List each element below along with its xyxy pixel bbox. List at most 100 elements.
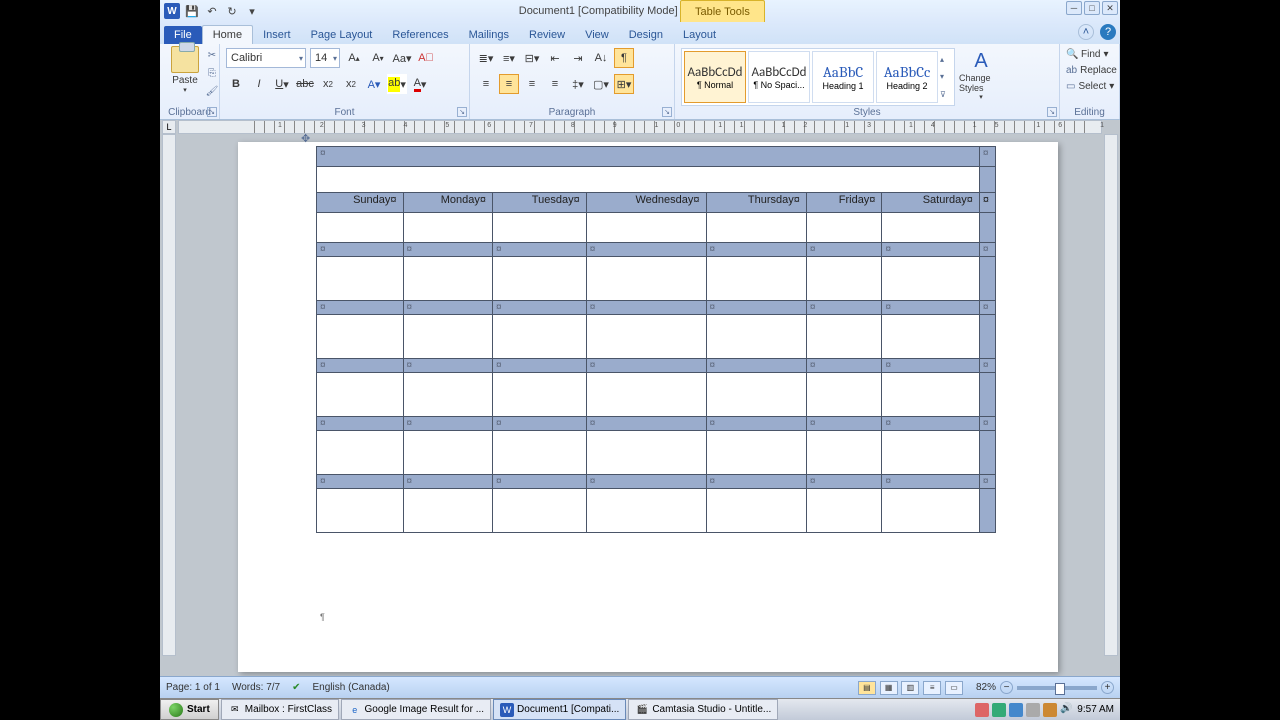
close-button[interactable]: ✕: [1102, 1, 1118, 15]
align-right-icon[interactable]: ≡: [522, 74, 542, 94]
paste-button[interactable]: Paste ▾: [166, 46, 204, 94]
zoom-in-icon[interactable]: +: [1101, 681, 1114, 694]
day-tuesday[interactable]: Tuesday¤: [492, 193, 586, 213]
sort-icon[interactable]: A↓: [591, 48, 611, 68]
font-size-combo[interactable]: 14: [310, 48, 340, 68]
line-spacing-icon[interactable]: ‡▾: [568, 74, 588, 94]
bullets-icon[interactable]: ≣▾: [476, 48, 496, 68]
tab-page-layout[interactable]: Page Layout: [301, 26, 383, 44]
format-painter-icon[interactable]: 🖌: [204, 84, 220, 98]
tab-layout[interactable]: Layout: [673, 26, 726, 44]
shading-icon[interactable]: ▢▾: [591, 74, 611, 94]
gallery-down-icon[interactable]: ▾: [940, 72, 952, 81]
minimize-ribbon-icon[interactable]: ˄: [1078, 24, 1094, 40]
tray-clock[interactable]: 9:57 AM: [1077, 704, 1114, 715]
tab-references[interactable]: References: [382, 26, 458, 44]
day-wednesday[interactable]: Wednesday¤: [586, 193, 706, 213]
day-monday[interactable]: Monday¤: [403, 193, 492, 213]
cut-icon[interactable]: ✂: [204, 48, 220, 62]
clipboard-launcher[interactable]: ↘: [207, 107, 217, 117]
font-color-icon[interactable]: A▾: [410, 74, 430, 94]
font-launcher[interactable]: ↘: [457, 107, 467, 117]
status-words[interactable]: Words: 7/7: [232, 682, 280, 693]
tab-home[interactable]: Home: [202, 25, 253, 44]
shrink-font-icon[interactable]: A▾: [368, 48, 388, 68]
text-effects-icon[interactable]: A▾: [364, 74, 384, 94]
zoom-slider[interactable]: [1017, 686, 1097, 690]
select-button[interactable]: ▭Select ▾: [1066, 78, 1113, 94]
minimize-button[interactable]: ─: [1066, 1, 1082, 15]
day-saturday[interactable]: Saturday¤: [882, 193, 979, 213]
save-icon[interactable]: 💾: [184, 3, 200, 19]
increase-indent-icon[interactable]: ⇥: [568, 48, 588, 68]
multilevel-icon[interactable]: ⊟▾: [522, 48, 542, 68]
web-layout-view-icon[interactable]: ▥: [901, 681, 919, 695]
vertical-ruler[interactable]: [162, 134, 176, 656]
zoom-out-icon[interactable]: −: [1000, 681, 1013, 694]
gallery-up-icon[interactable]: ▴: [940, 55, 952, 64]
style-gallery[interactable]: AaBbCcDd ¶ Normal AaBbCcDd ¶ No Spaci...…: [681, 48, 955, 106]
replace-button[interactable]: abReplace: [1066, 62, 1113, 78]
status-page[interactable]: Page: 1 of 1: [166, 682, 220, 693]
tray-icon[interactable]: [1009, 703, 1023, 717]
style-no-spacing[interactable]: AaBbCcDd ¶ No Spaci...: [748, 51, 810, 103]
style-heading1[interactable]: AaBbC Heading 1: [812, 51, 874, 103]
day-thursday[interactable]: Thursday¤: [706, 193, 806, 213]
vertical-scrollbar[interactable]: [1104, 134, 1118, 656]
change-styles-button[interactable]: A Change Styles ▾: [959, 48, 1003, 101]
find-button[interactable]: 🔍Find ▾: [1066, 46, 1113, 62]
ruler-toggle[interactable]: L: [162, 120, 176, 134]
style-heading2[interactable]: AaBbCc Heading 2: [876, 51, 938, 103]
tab-mailings[interactable]: Mailings: [459, 26, 519, 44]
clear-formatting-icon[interactable]: A⃠: [416, 48, 436, 68]
draft-view-icon[interactable]: ▭: [945, 681, 963, 695]
italic-button[interactable]: I: [249, 74, 269, 94]
numbering-icon[interactable]: ≡▾: [499, 48, 519, 68]
task-browser[interactable]: eGoogle Image Result for ...: [341, 699, 491, 720]
superscript-button[interactable]: x2: [341, 74, 361, 94]
calendar-table[interactable]: ¤¤ Sunday¤ Monday¤ Tuesday¤ Wednesday¤ T…: [316, 146, 996, 533]
decrease-indent-icon[interactable]: ⇤: [545, 48, 565, 68]
full-screen-view-icon[interactable]: ▦: [880, 681, 898, 695]
redo-icon[interactable]: ↻: [224, 3, 240, 19]
gallery-more-icon[interactable]: ⊽: [940, 90, 952, 99]
underline-button[interactable]: U▾: [272, 74, 292, 94]
align-center-icon[interactable]: ≡: [499, 74, 519, 94]
tab-view[interactable]: View: [575, 26, 619, 44]
maximize-button[interactable]: □: [1084, 1, 1100, 15]
start-button[interactable]: Start: [160, 699, 219, 720]
tray-icon[interactable]: [1026, 703, 1040, 717]
grow-font-icon[interactable]: A▴: [344, 48, 364, 68]
strikethrough-button[interactable]: abc: [295, 74, 315, 94]
paragraph-launcher[interactable]: ↘: [662, 107, 672, 117]
table-move-handle-icon[interactable]: ✥: [301, 132, 310, 145]
undo-icon[interactable]: ↶: [204, 3, 220, 19]
styles-launcher[interactable]: ↘: [1047, 107, 1057, 117]
change-case-icon[interactable]: Aa▾: [392, 48, 412, 68]
tab-insert[interactable]: Insert: [253, 26, 301, 44]
style-normal[interactable]: AaBbCcDd ¶ Normal: [684, 51, 746, 103]
borders-icon[interactable]: ⊞▾: [614, 74, 634, 94]
outline-view-icon[interactable]: ≡: [923, 681, 941, 695]
help-icon[interactable]: ?: [1100, 24, 1116, 40]
tray-icon[interactable]: [992, 703, 1006, 717]
day-friday[interactable]: Friday¤: [806, 193, 882, 213]
horizontal-ruler[interactable]: [178, 120, 1102, 134]
status-language[interactable]: English (Canada): [313, 682, 390, 693]
tray-volume-icon[interactable]: 🔊: [1060, 703, 1074, 717]
page[interactable]: ✥ ¤¤ Sunday¤ Monday¤ Tuesday¤ Wednesday¤…: [238, 142, 1058, 672]
font-name-combo[interactable]: Calibri: [226, 48, 306, 68]
day-sunday[interactable]: Sunday¤: [317, 193, 404, 213]
subscript-button[interactable]: x2: [318, 74, 338, 94]
copy-icon[interactable]: ⎘: [204, 66, 220, 80]
task-word[interactable]: WDocument1 [Compati...: [493, 699, 626, 720]
show-hide-marks-icon[interactable]: ¶: [614, 48, 634, 68]
highlight-icon[interactable]: ab▾: [387, 74, 407, 94]
task-mailbox[interactable]: ✉Mailbox : FirstClass: [221, 699, 339, 720]
zoom-level[interactable]: 82%: [976, 682, 996, 693]
tray-icon[interactable]: [1043, 703, 1057, 717]
bold-button[interactable]: B: [226, 74, 246, 94]
print-layout-view-icon[interactable]: ▤: [858, 681, 876, 695]
align-left-icon[interactable]: ≡: [476, 74, 496, 94]
spell-check-icon[interactable]: ✔: [292, 682, 300, 693]
